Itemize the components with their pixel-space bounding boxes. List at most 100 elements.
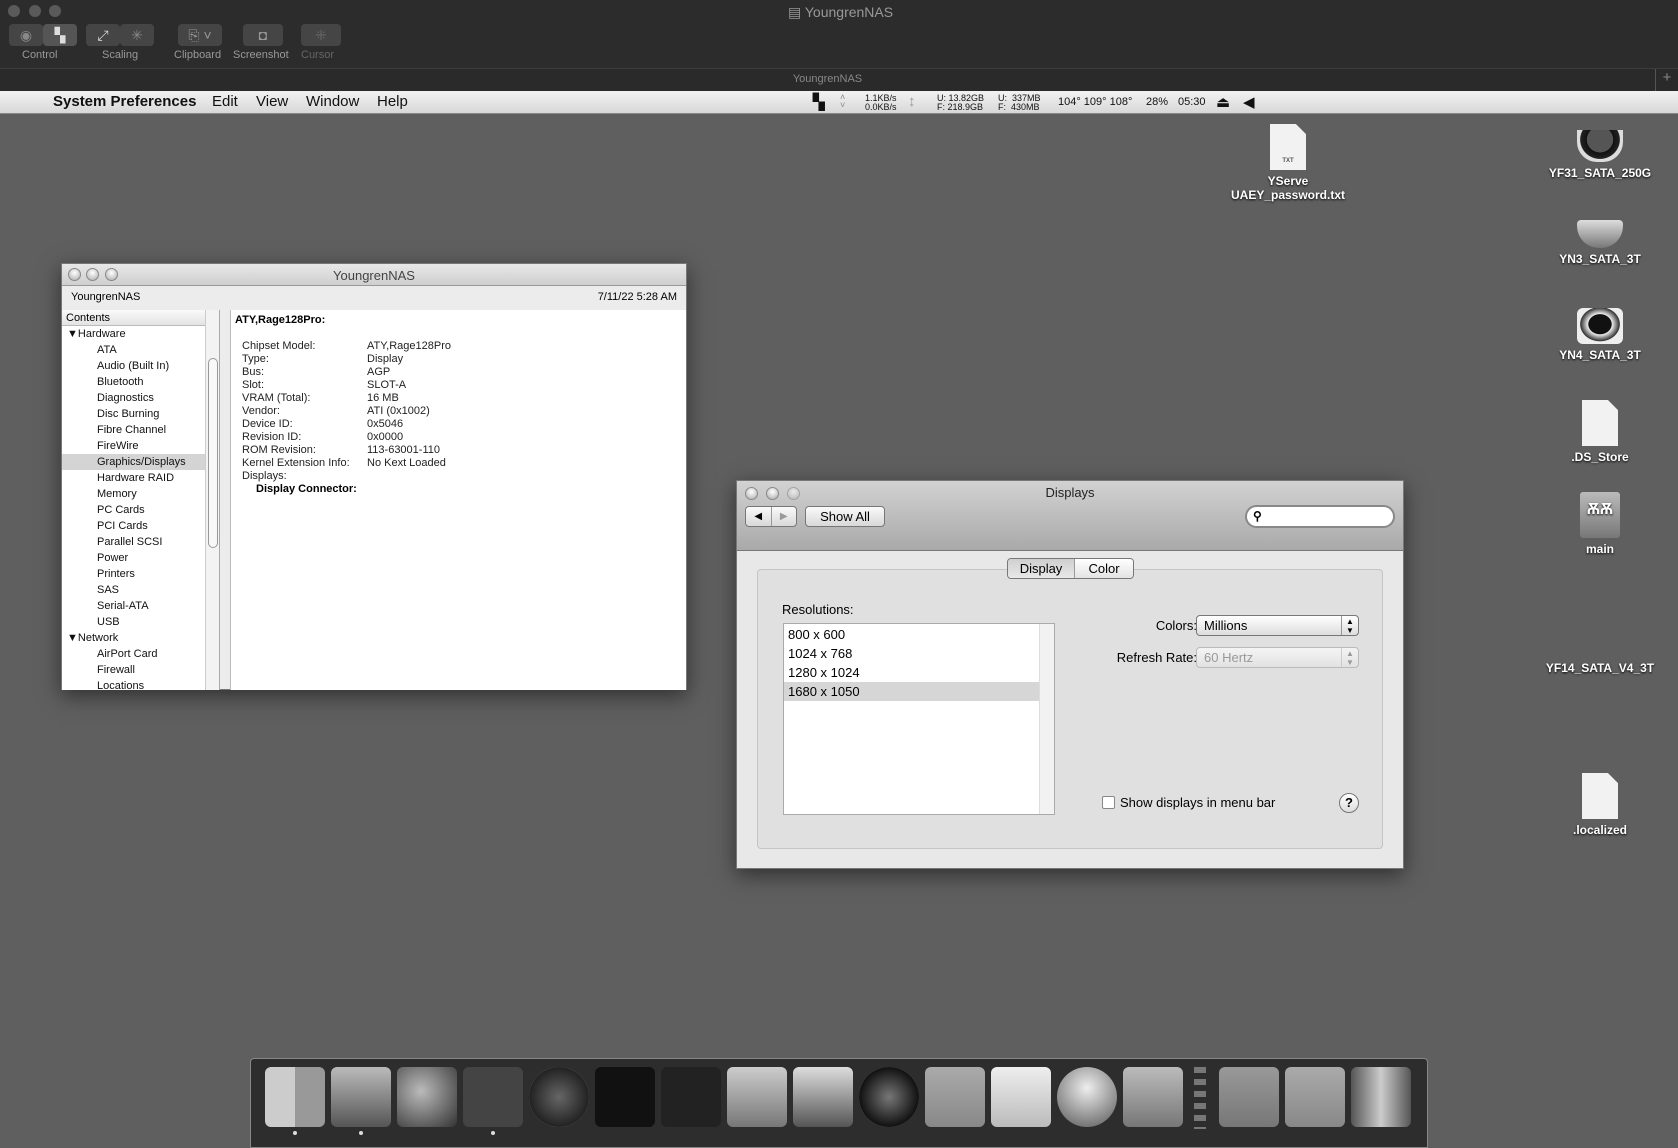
- menu-window[interactable]: Window: [306, 93, 359, 110]
- scale-actual-button[interactable]: ✳: [120, 24, 154, 46]
- dock-system-preferences-icon[interactable]: [331, 1067, 391, 1127]
- menu-app[interactable]: System Preferences: [53, 93, 196, 110]
- resolution-option[interactable]: 800 x 600: [784, 625, 1039, 644]
- show-displays-checkbox[interactable]: [1102, 796, 1115, 809]
- viewer-tab[interactable]: YoungrenNAS: [0, 73, 1655, 85]
- tree-item[interactable]: USB: [62, 614, 205, 630]
- scale-fit-button[interactable]: ⤢: [86, 24, 120, 46]
- dock-network-utility-icon[interactable]: [397, 1067, 457, 1127]
- desktop-icon-yn3[interactable]: YN3_SATA_3T: [1535, 218, 1665, 266]
- dock-system-profiler-icon[interactable]: [463, 1067, 523, 1127]
- screenshot-button[interactable]: ◘: [243, 24, 283, 46]
- close-button[interactable]: [8, 5, 20, 17]
- desktop-icon-password-txt[interactable]: TXT YServe UAEY_password.txt: [1223, 124, 1353, 202]
- contents-header[interactable]: Contents: [62, 310, 205, 326]
- tab-display[interactable]: Display: [1008, 559, 1075, 578]
- tree-item[interactable]: Serial-ATA: [62, 598, 205, 614]
- dock-radar-icon[interactable]: [529, 1067, 589, 1127]
- menu-view[interactable]: View: [256, 93, 288, 110]
- tree-item[interactable]: Memory: [62, 486, 205, 502]
- back-button[interactable]: ◀: [746, 507, 772, 526]
- search-field[interactable]: ⚲: [1245, 505, 1395, 528]
- dock-finder-icon[interactable]: [265, 1067, 325, 1127]
- dock-downloads-folder-icon[interactable]: [1285, 1067, 1345, 1127]
- resolutions-scrollbar[interactable]: [1039, 624, 1054, 814]
- tree-item[interactable]: Audio (Built In): [62, 358, 205, 374]
- menu-edit[interactable]: Edit: [212, 93, 238, 110]
- menu-help[interactable]: Help: [377, 93, 408, 110]
- tree-group[interactable]: ▼Hardware: [62, 326, 205, 342]
- dock-activity-monitor-icon[interactable]: [661, 1067, 721, 1127]
- tree-item[interactable]: Hardware RAID: [62, 470, 205, 486]
- zoom-button[interactable]: [49, 5, 61, 17]
- new-tab-button[interactable]: +: [1655, 69, 1678, 91]
- network-monitor[interactable]: 1.1KB/s 0.0KB/s: [865, 94, 897, 112]
- scroll-thumb[interactable]: [208, 358, 218, 548]
- desktop-icon-ds-store[interactable]: .DS_Store: [1535, 400, 1665, 464]
- tree-item[interactable]: Diagnostics: [62, 390, 205, 406]
- tree-item[interactable]: PC Cards: [62, 502, 205, 518]
- title-bar[interactable]: YoungrenNAS: [62, 264, 686, 286]
- resolution-option[interactable]: 1280 x 1024: [784, 663, 1039, 682]
- resolution-option[interactable]: 1024 x 768: [784, 644, 1039, 663]
- desktop-icon-yf31[interactable]: YF31_SATA_250G: [1535, 124, 1665, 180]
- refresh-rate-select[interactable]: 60 Hertz ▲ ▼: [1196, 647, 1359, 668]
- tree-item[interactable]: SAS: [62, 582, 205, 598]
- dock-trash-icon[interactable]: [1351, 1067, 1411, 1127]
- desktop-icon-localized[interactable]: .localized: [1535, 773, 1665, 837]
- dock-terminal-icon[interactable]: [595, 1067, 655, 1127]
- disk-monitor[interactable]: U: 13.82GB F: 218.9GB: [937, 94, 984, 112]
- minimize-button[interactable]: [29, 5, 41, 17]
- cursor-button[interactable]: ⁜: [301, 24, 341, 46]
- running-indicator: [359, 1131, 363, 1135]
- memory-monitor[interactable]: U: 337MB F: 430MB: [998, 94, 1041, 112]
- cpu-monitor[interactable]: 28%: [1146, 96, 1168, 108]
- volume-icon[interactable]: ◀: [1243, 93, 1255, 111]
- dock-folder-icon[interactable]: [1219, 1067, 1279, 1127]
- tree-group[interactable]: ▼Network: [62, 630, 205, 646]
- resolutions-list[interactable]: 800 x 600 1024 x 768 1280 x 1024 1680 x 105…: [783, 623, 1055, 815]
- desktop-icon-main[interactable]: ѪѪ main: [1535, 492, 1665, 556]
- help-button[interactable]: ?: [1339, 793, 1359, 813]
- tree-item[interactable]: PCI Cards: [62, 518, 205, 534]
- resolution-option[interactable]: 1680 x 1050: [784, 682, 1039, 701]
- temperature-monitor[interactable]: 104° 109° 108°: [1058, 96, 1132, 108]
- sidebar-scrollbar[interactable]: [205, 310, 219, 690]
- menu-clock[interactable]: 05:30: [1178, 96, 1206, 108]
- tree-item[interactable]: Fibre Channel: [62, 422, 205, 438]
- tree-item[interactable]: Printers: [62, 566, 205, 582]
- tree-item[interactable]: FireWire: [62, 438, 205, 454]
- binoculars-icon[interactable]: ▚: [813, 93, 825, 111]
- tree-item[interactable]: Power: [62, 550, 205, 566]
- dock-ccleaner-icon[interactable]: [793, 1067, 853, 1127]
- tree-item[interactable]: Parallel SCSI: [62, 534, 205, 550]
- forward-button[interactable]: ▶: [772, 507, 797, 526]
- eject-icon[interactable]: ⏏: [1216, 93, 1230, 111]
- dock-archive-utility-icon[interactable]: [925, 1067, 985, 1127]
- dock-textedit-icon[interactable]: [991, 1067, 1051, 1127]
- tree-item[interactable]: Bluetooth: [62, 374, 205, 390]
- show-displays-label[interactable]: Show displays in menu bar: [1120, 795, 1275, 810]
- dock-console-icon[interactable]: [1123, 1067, 1183, 1127]
- tree-item[interactable]: Locations: [62, 678, 205, 690]
- colors-select[interactable]: Millions ▲ ▼: [1196, 615, 1359, 636]
- tree-item[interactable]: Disc Burning: [62, 406, 205, 422]
- dock-separator[interactable]: [1194, 1067, 1206, 1129]
- desktop-icon-yf14[interactable]: YF14_SATA_V4_3T: [1535, 661, 1665, 675]
- tree-item[interactable]: AirPort Card: [62, 646, 205, 662]
- tab-color[interactable]: Color: [1075, 559, 1133, 578]
- tree-item[interactable]: ATA: [62, 342, 205, 358]
- tree-item[interactable]: Graphics/Displays: [62, 454, 205, 470]
- dock: [250, 1058, 1428, 1148]
- dock-globe-icon[interactable]: [1057, 1067, 1117, 1127]
- control-pointer-button[interactable]: ◉: [9, 24, 43, 46]
- tree-item[interactable]: Firewall: [62, 662, 205, 678]
- window-toolbar[interactable]: Displays ◀ ▶ Show All ⚲: [737, 481, 1403, 551]
- search-input[interactable]: [1269, 509, 1387, 524]
- dock-mac-os-x-icon[interactable]: [859, 1067, 919, 1127]
- clipboard-button[interactable]: ⎘ ˅: [178, 24, 222, 46]
- desktop-icon-yn4[interactable]: YN4_SATA_3T: [1535, 308, 1665, 362]
- show-all-button[interactable]: Show All: [805, 506, 885, 527]
- dock-disk-utility-icon[interactable]: [727, 1067, 787, 1127]
- binoculars-button[interactable]: ▚: [43, 24, 77, 46]
